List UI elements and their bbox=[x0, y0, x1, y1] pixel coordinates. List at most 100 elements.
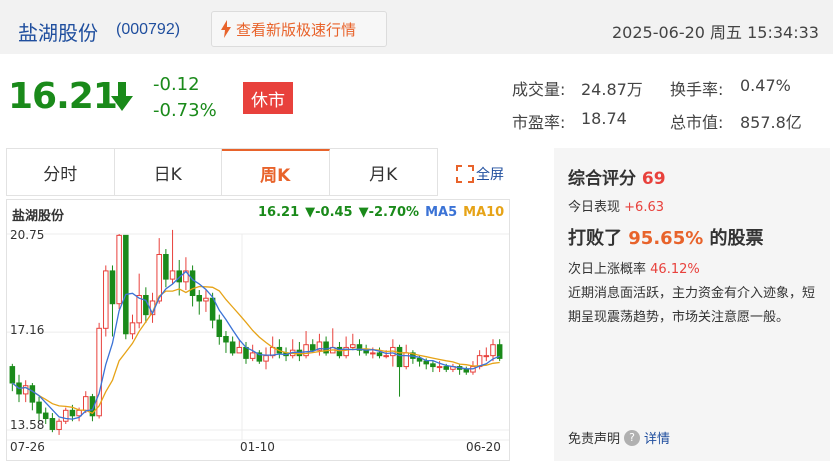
candle-body bbox=[443, 366, 450, 370]
ma10-legend: MA10 bbox=[463, 205, 505, 220]
candle-body bbox=[383, 355, 389, 358]
y-tick-mid: 17.16 bbox=[10, 323, 45, 337]
candle-body bbox=[9, 366, 16, 384]
candle-body bbox=[249, 352, 256, 359]
kline-chart[interactable] bbox=[7, 224, 509, 460]
beat-ratio: 打败了 95.65% 的股票 bbox=[568, 224, 764, 250]
candle-body bbox=[36, 401, 42, 414]
candle-body bbox=[189, 270, 196, 297]
chart-legend: 16.21 ▼-0.45 ▼-2.70% MA5 MA10 bbox=[258, 205, 504, 220]
today-label: 今日表现 bbox=[568, 200, 621, 215]
chart-last-price: 16.21 bbox=[258, 205, 300, 220]
candle-body bbox=[203, 297, 209, 302]
tab-weekly-k[interactable]: 周K bbox=[222, 149, 330, 195]
datetime: 2025-06-20 周五 15:34:33 bbox=[611, 23, 819, 42]
analysis-description: 近期消息面活跃，主力资金有介入迹象，短期呈现震荡趋势，市场关注意愿一般。 bbox=[568, 286, 816, 325]
beat-pct: 95.65% bbox=[628, 228, 704, 249]
x-tick-mid: 01-10 bbox=[240, 440, 275, 454]
candle-body bbox=[136, 295, 142, 324]
candle-body bbox=[163, 254, 169, 280]
candle-body bbox=[123, 234, 129, 335]
score-value: 69 bbox=[641, 169, 666, 189]
market-cap-value: 857.8亿 bbox=[740, 113, 802, 132]
candle-body bbox=[430, 363, 436, 368]
candle-body bbox=[483, 355, 490, 358]
rise-probability: 次日上涨概率 46.12% bbox=[568, 258, 700, 277]
down-arrow-icon bbox=[111, 82, 133, 111]
candle-body bbox=[103, 270, 109, 329]
stock-name: 盐湖股份 bbox=[18, 21, 98, 45]
pe-value: 18.74 bbox=[581, 109, 627, 128]
candle-body bbox=[56, 420, 62, 430]
candle-body bbox=[463, 368, 470, 373]
tab-daily-k[interactable]: 日K bbox=[115, 149, 222, 195]
x-tick-end: 06-20 bbox=[466, 440, 501, 454]
candle-body bbox=[196, 295, 203, 302]
candle-body bbox=[243, 346, 249, 359]
pe-label: 市盈率: bbox=[512, 113, 566, 132]
market-status-badge: 休市 bbox=[243, 82, 293, 114]
candle-body bbox=[29, 385, 36, 403]
score-title-label: 综合评分 bbox=[568, 169, 636, 189]
candle-body bbox=[49, 418, 56, 430]
candle-body bbox=[236, 346, 243, 354]
beat-prefix: 打败了 bbox=[568, 228, 622, 249]
candle-body bbox=[156, 254, 162, 302]
turnover-value: 0.47% bbox=[740, 76, 791, 95]
candle-body bbox=[423, 360, 429, 365]
fullscreen-icon bbox=[456, 165, 474, 183]
candle-body bbox=[69, 409, 76, 417]
candle-body bbox=[376, 352, 383, 357]
ma5-legend: MA5 bbox=[425, 205, 458, 220]
candle-body bbox=[143, 295, 149, 316]
y-tick-bottom: 13.58 bbox=[10, 418, 45, 432]
volume-label: 成交量: bbox=[512, 80, 566, 99]
volume-value: 24.87万 bbox=[581, 80, 643, 99]
candle-body bbox=[129, 322, 136, 335]
score-title: 综合评分 69 bbox=[568, 164, 666, 189]
fullscreen-label: 全屏 bbox=[476, 167, 504, 183]
lightning-icon bbox=[221, 20, 231, 38]
candle-body bbox=[350, 344, 356, 348]
candle-body bbox=[83, 396, 89, 411]
candle-body bbox=[116, 234, 122, 305]
disclaimer-row: 免责声明 ? 详情 bbox=[568, 428, 670, 447]
candle-body bbox=[223, 336, 229, 343]
chart-change: ▼-0.45 bbox=[305, 205, 353, 220]
candle-body bbox=[370, 352, 376, 355]
candle-body bbox=[229, 341, 236, 354]
candle-body bbox=[62, 409, 69, 422]
beat-suffix: 的股票 bbox=[709, 228, 764, 249]
turnover-label: 换手率: bbox=[670, 80, 724, 99]
prob-value: 46.12% bbox=[650, 262, 700, 277]
candle-body bbox=[169, 270, 176, 280]
y-tick-top: 20.75 bbox=[10, 228, 45, 242]
period-tabs: 分时 日K 周K 月K bbox=[6, 148, 438, 196]
price-change-pct: -0.73% bbox=[153, 100, 217, 121]
new-quote-label: 查看新版极速行情 bbox=[236, 20, 357, 39]
candle-body bbox=[309, 344, 316, 351]
prob-label: 次日上涨概率 bbox=[568, 262, 647, 277]
new-quote-button[interactable]: 查看新版极速行情 bbox=[211, 11, 387, 47]
today-value: +6.63 bbox=[624, 200, 664, 215]
chart-stock-name: 盐湖股份 bbox=[12, 209, 65, 224]
tab-intraday[interactable]: 分时 bbox=[7, 149, 115, 195]
current-price: 16.21 bbox=[8, 76, 118, 117]
fullscreen-button[interactable]: 全屏 bbox=[456, 164, 504, 184]
disclaimer-label: 免责声明 bbox=[568, 432, 621, 447]
candle-body bbox=[263, 355, 269, 362]
market-cap-label: 总市值: bbox=[670, 113, 724, 132]
detail-link[interactable]: 详情 bbox=[644, 428, 670, 447]
help-icon[interactable]: ? bbox=[624, 429, 641, 446]
tab-monthly-k[interactable]: 月K bbox=[330, 149, 438, 195]
chart-change-pct: ▼-2.70% bbox=[358, 205, 420, 220]
candle-body bbox=[109, 270, 116, 305]
candle-body bbox=[216, 319, 223, 338]
x-tick-start: 07-26 bbox=[10, 440, 45, 454]
candle-body bbox=[490, 344, 496, 357]
today-performance: 今日表现 +6.63 bbox=[568, 196, 664, 215]
stock-code: (000792) bbox=[116, 21, 181, 38]
candle-body bbox=[436, 366, 443, 369]
candle-body bbox=[396, 346, 403, 368]
price-change: -0.12 bbox=[153, 74, 200, 95]
